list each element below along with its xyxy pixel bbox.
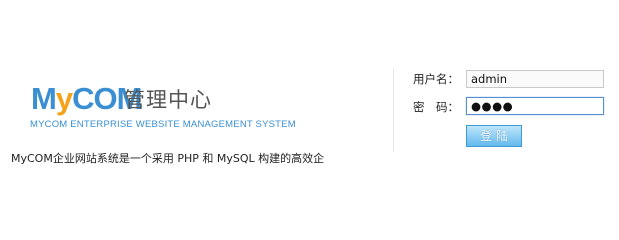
vertical-divider [393,68,394,152]
logo-admin-center-text: 管理中心 [124,88,212,112]
system-description: MyCOM企业网站系统是一个采用 PHP 和 MySQL 构建的高效企 [11,152,325,165]
password-label: 密 码： [413,100,459,114]
logo-subtitle: MYCOM ENTERPRISE WEBSITE MANAGEMENT SYST… [30,119,296,130]
password-input[interactable]: ●●●● [466,97,604,115]
logo: MyCOM 管理中心 MYCOM ENTERPRISE WEBSITE MANA… [30,81,301,134]
logo-letter-m: M [31,81,57,116]
username-label: 用户名： [413,72,459,86]
username-input[interactable]: admin [466,70,604,88]
logo-letter-y: y [55,81,73,116]
login-button[interactable]: 登陆 [466,125,522,147]
